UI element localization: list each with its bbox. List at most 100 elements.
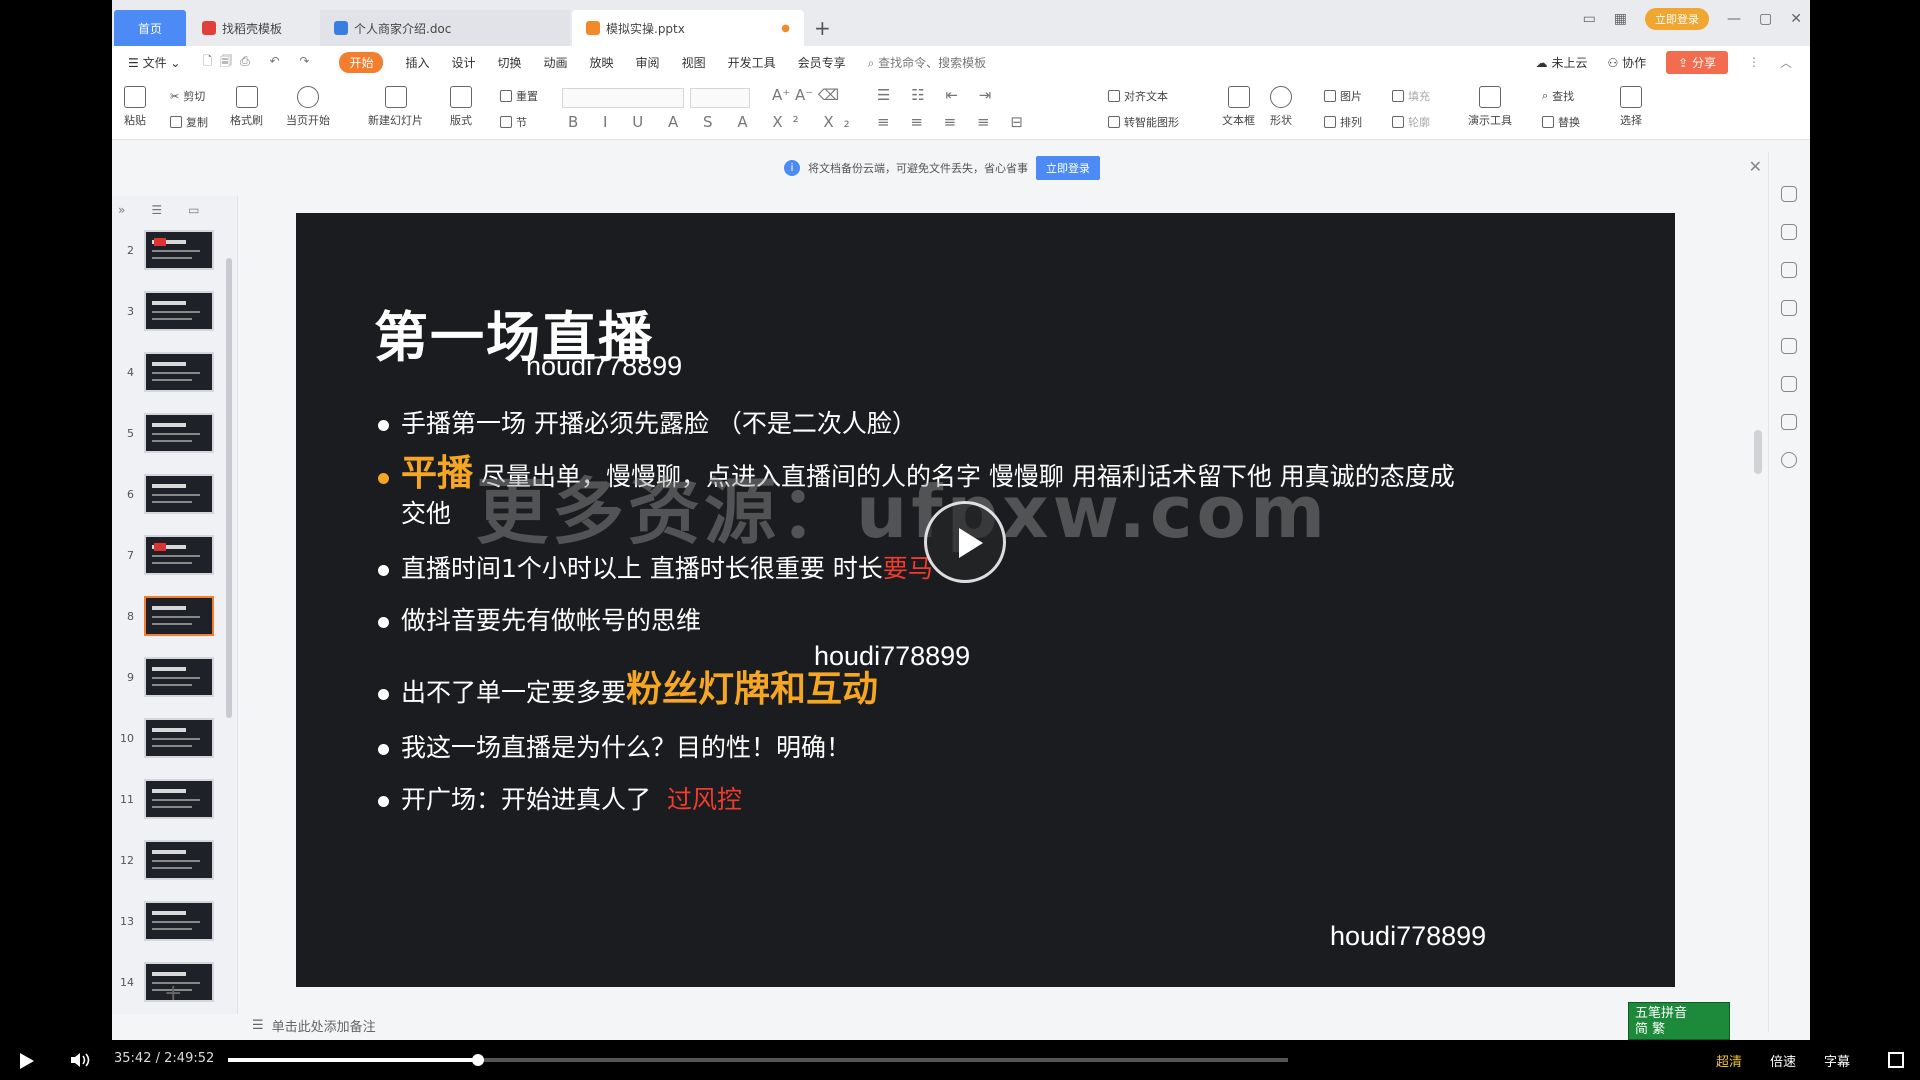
- more-icon[interactable]: ⋮: [1748, 55, 1760, 69]
- menu-animation[interactable]: 动画: [544, 54, 568, 71]
- collab-button[interactable]: ⚇ 协作: [1608, 54, 1647, 71]
- transition-pane-icon[interactable]: [1781, 300, 1797, 316]
- quality-button[interactable]: 超清: [1716, 1051, 1742, 1070]
- tab-pptx[interactable]: 模拟实操.pptx ●: [572, 10, 804, 46]
- maximize-icon[interactable]: ▢: [1759, 11, 1772, 27]
- menu-design[interactable]: 设计: [451, 54, 475, 71]
- align-icons[interactable]: ≡ ≡ ≡ ≡ ⊟: [877, 113, 1031, 131]
- grid-icon[interactable]: ▦: [1614, 11, 1627, 27]
- play-from-current-button[interactable]: 当页开始: [286, 86, 330, 128]
- font-size-select[interactable]: [690, 88, 750, 108]
- shape-button[interactable]: 形状: [1270, 86, 1292, 128]
- slide-thumbnail[interactable]: 8: [118, 596, 214, 636]
- book-icon[interactable]: [1781, 414, 1797, 430]
- cloud-status[interactable]: ☁ 未上云: [1536, 54, 1588, 71]
- slide-thumbnail[interactable]: 9: [118, 657, 214, 697]
- play-icon[interactable]: [20, 1053, 34, 1069]
- tab-doc[interactable]: 个人商家介绍.doc: [320, 10, 570, 46]
- present-tools-button[interactable]: 演示工具: [1468, 86, 1512, 128]
- notice-login-button[interactable]: 立即登录: [1036, 156, 1100, 180]
- minimize-icon[interactable]: —: [1727, 11, 1741, 27]
- notes-bar[interactable]: ☰ 单击此处添加备注: [242, 1012, 1762, 1038]
- close-icon[interactable]: ✕: [1790, 11, 1802, 27]
- thumbnail-view-icon[interactable]: ▭: [188, 203, 199, 217]
- login-button[interactable]: 立即登录: [1645, 8, 1710, 30]
- slide-thumbnail[interactable]: 3: [118, 291, 214, 331]
- share-button[interactable]: ⇪ 分享: [1666, 50, 1728, 74]
- slide-thumbnail[interactable]: 10: [118, 718, 214, 758]
- volume-icon[interactable]: [70, 1052, 90, 1068]
- progress-bar[interactable]: [228, 1054, 1288, 1066]
- add-slide-button[interactable]: +: [164, 981, 182, 1006]
- slide-canvas[interactable]: 第一场直播 houdi778899 手播第一场 开播必须先露脸 （不是二次人脸）…: [296, 213, 1675, 987]
- menu-slideshow[interactable]: 放映: [590, 54, 614, 71]
- slide-thumbnail[interactable]: 2: [118, 230, 214, 270]
- slide-thumbnail[interactable]: 12: [118, 840, 214, 880]
- new-tab-button[interactable]: +: [814, 10, 831, 46]
- slide-thumbnail[interactable]: 11: [118, 779, 214, 819]
- thumbnail-scrollbar[interactable]: [226, 258, 232, 718]
- outline-label: 轮廓: [1408, 116, 1430, 129]
- list-icons[interactable]: ☰ ☷ ⇤ ⇥: [877, 86, 999, 104]
- slide-thumbnail[interactable]: 5: [118, 413, 214, 453]
- progress-knob[interactable]: [472, 1054, 485, 1066]
- font-size-adjust-icons[interactable]: A⁺ A⁻ ⌫: [772, 86, 839, 104]
- menu-start[interactable]: 开始: [339, 51, 384, 73]
- animation-pane-icon[interactable]: [1781, 262, 1797, 278]
- slide-thumbnail[interactable]: 6: [118, 474, 214, 514]
- cut-button[interactable]: ✂ 剪切: [170, 88, 205, 104]
- ime-toolbar[interactable]: 五笔拼音 简 繁: [1628, 1002, 1730, 1040]
- slide-thumbnail[interactable]: 7: [118, 535, 214, 575]
- expand-panel-icon[interactable]: »: [118, 203, 125, 217]
- menu-review[interactable]: 审阅: [636, 54, 660, 71]
- video-play-overlay-icon[interactable]: [924, 501, 1006, 583]
- menu-insert[interactable]: 插入: [405, 54, 429, 71]
- reset-button[interactable]: 重置: [500, 88, 538, 104]
- menu-file[interactable]: ☰ 文件 ⌄: [128, 54, 180, 71]
- quick-access-icons[interactable]: 🗋🗐⎙ ↶ ↷: [202, 52, 317, 73]
- font-family-select[interactable]: [562, 88, 684, 108]
- slide-thumbnail[interactable]: 4: [118, 352, 214, 392]
- picture-button[interactable]: 图片: [1324, 88, 1362, 104]
- layout-button[interactable]: 版式: [450, 86, 472, 128]
- editor-scrollbar[interactable]: [1754, 430, 1762, 474]
- layout-icon[interactable]: ▭: [1583, 11, 1596, 27]
- format-painter-button[interactable]: 格式刷: [230, 86, 263, 128]
- command-search-label: 查找命令、搜索模板: [878, 55, 987, 70]
- outline-button[interactable]: 轮廓: [1392, 114, 1430, 130]
- text-format-icons[interactable]: B I U A S A X² X₂: [568, 113, 860, 131]
- find-button[interactable]: ⌕ 查找: [1542, 88, 1574, 104]
- notice-close-icon[interactable]: ✕: [1749, 157, 1762, 176]
- textbox-button[interactable]: 文本框: [1222, 86, 1255, 128]
- exit-fullscreen-icon[interactable]: [1888, 1052, 1904, 1068]
- copy-button[interactable]: 复制: [170, 114, 208, 130]
- thumbnail-preview: [144, 291, 214, 331]
- paste-button[interactable]: 粘贴: [124, 86, 146, 128]
- tab-template[interactable]: 找稻壳模板: [188, 10, 318, 46]
- select-button[interactable]: 选择: [1620, 86, 1642, 128]
- convert-smartart-button[interactable]: 转智能图形: [1108, 114, 1179, 130]
- tab-home[interactable]: 首页: [114, 10, 186, 46]
- command-search[interactable]: ⌕ 查找命令、搜索模板: [868, 54, 987, 71]
- section-button[interactable]: 节: [500, 114, 527, 130]
- help-icon[interactable]: [1781, 452, 1797, 468]
- menu-developer[interactable]: 开发工具: [728, 54, 776, 71]
- menu-view[interactable]: 视图: [682, 54, 706, 71]
- speed-button[interactable]: 倍速: [1770, 1051, 1796, 1070]
- align-text-button[interactable]: 对齐文本: [1108, 88, 1168, 104]
- fill-button[interactable]: 填充: [1392, 88, 1430, 104]
- backup-icon[interactable]: [1781, 338, 1797, 354]
- arrange-button[interactable]: 排列: [1324, 114, 1362, 130]
- replace-button[interactable]: 替换: [1542, 114, 1580, 130]
- subtitle-button[interactable]: 字幕: [1824, 1051, 1850, 1070]
- outline-view-icon[interactable]: ☰: [151, 203, 162, 217]
- theme-icon[interactable]: [1781, 186, 1797, 202]
- menu-transition[interactable]: 切换: [498, 54, 522, 71]
- location-icon[interactable]: [1781, 376, 1797, 392]
- slide-thumbnail[interactable]: 13: [118, 901, 214, 941]
- properties-icon[interactable]: [1781, 224, 1797, 240]
- new-slide-button[interactable]: 新建幻灯片: [368, 86, 423, 128]
- thumb-line: [152, 738, 200, 740]
- collapse-ribbon-icon[interactable]: ︿: [1780, 54, 1792, 71]
- menu-member[interactable]: 会员专享: [798, 54, 846, 71]
